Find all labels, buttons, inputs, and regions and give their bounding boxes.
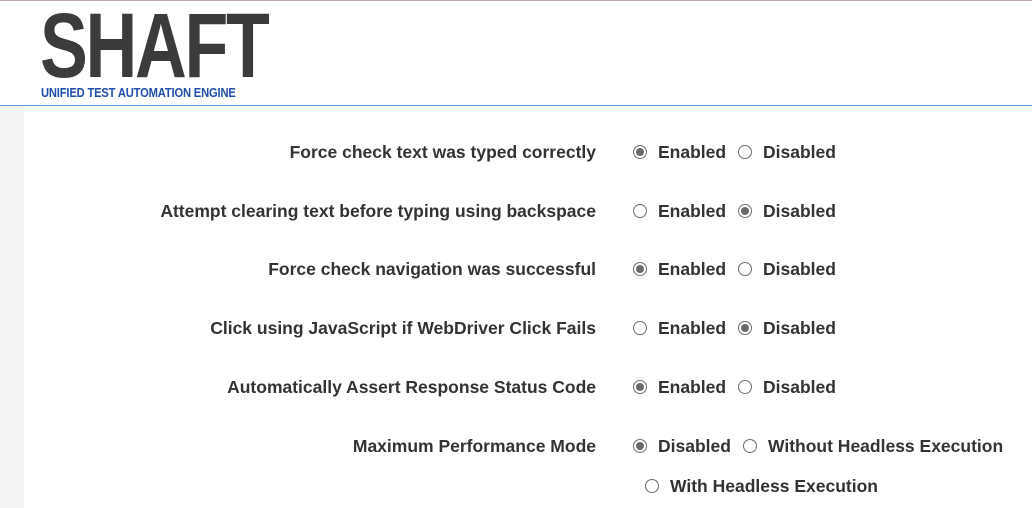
radio-button[interactable] <box>633 262 647 276</box>
radio-option-disabled[interactable]: Disabled <box>738 316 836 340</box>
radio-option-disabled[interactable]: Disabled <box>738 199 836 223</box>
radio-label: Enabled <box>658 259 727 279</box>
radio-option-enabled[interactable]: Enabled <box>633 257 726 281</box>
header: SHAFT UNIFIED TEST AUTOMATION ENGINE <box>0 0 1032 105</box>
left-gutter <box>0 106 24 508</box>
radio-label: Disabled <box>763 201 836 221</box>
radio-label: Disabled <box>763 259 836 279</box>
radio-option-enabled[interactable]: Enabled <box>633 140 726 164</box>
radio-button[interactable] <box>645 479 659 493</box>
radio-label: Disabled <box>658 436 731 456</box>
setting-row-javascript-click: Click using JavaScript if WebDriver Clic… <box>24 316 1032 340</box>
logo-subtitle: UNIFIED TEST AUTOMATION ENGINE <box>41 85 236 100</box>
setting-label: Force check navigation was successful <box>268 259 596 279</box>
radio-option-disabled[interactable]: Disabled <box>738 257 836 281</box>
radio-button[interactable] <box>738 145 752 159</box>
radio-option-without-headless[interactable]: Without Headless Execution <box>743 434 1003 458</box>
radio-label: Without Headless Execution <box>768 436 1004 456</box>
radio-button[interactable] <box>633 380 647 394</box>
radio-option-enabled[interactable]: Enabled <box>633 375 726 399</box>
setting-label: Automatically Assert Response Status Cod… <box>227 377 596 397</box>
radio-button[interactable] <box>738 204 752 218</box>
setting-row-clear-text-backspace: Attempt clearing text before typing usin… <box>24 199 1032 223</box>
setting-label: Force check text was typed correctly <box>289 142 596 162</box>
setting-row-force-check-text: Force check text was typed correctly Ena… <box>24 140 1032 164</box>
settings-panel: Force check text was typed correctly Ena… <box>24 106 1032 508</box>
logo-title: SHAFT <box>40 0 270 97</box>
radio-button[interactable] <box>633 321 647 335</box>
setting-row-assert-status-code: Automatically Assert Response Status Cod… <box>24 375 1032 399</box>
radio-button[interactable] <box>633 204 647 218</box>
radio-option-enabled[interactable]: Enabled <box>633 199 726 223</box>
radio-button[interactable] <box>738 262 752 276</box>
radio-option-with-headless[interactable]: With Headless Execution <box>645 474 878 498</box>
setting-label: Maximum Performance Mode <box>352 436 596 456</box>
setting-row-force-check-navigation: Force check navigation was successful En… <box>24 257 1032 281</box>
radio-option-enabled[interactable]: Enabled <box>633 316 726 340</box>
radio-label: Disabled <box>763 142 836 162</box>
radio-option-disabled[interactable]: Disabled <box>738 140 836 164</box>
setting-row-maximum-performance-mode: Maximum Performance Mode Disabled Withou… <box>24 434 1032 458</box>
setting-row-maximum-performance-mode-continued: With Headless Execution <box>24 474 1032 498</box>
radio-label: Enabled <box>658 377 727 397</box>
radio-button[interactable] <box>633 439 647 453</box>
radio-option-disabled[interactable]: Disabled <box>738 375 836 399</box>
radio-label: With Headless Execution <box>670 476 878 496</box>
radio-label: Enabled <box>658 201 727 221</box>
radio-label: Disabled <box>763 318 836 338</box>
radio-button[interactable] <box>738 321 752 335</box>
radio-label: Enabled <box>658 318 727 338</box>
shaft-logo: SHAFT UNIFIED TEST AUTOMATION ENGINE <box>40 0 270 102</box>
setting-label: Click using JavaScript if WebDriver Clic… <box>210 318 596 338</box>
radio-button[interactable] <box>633 145 647 159</box>
radio-button[interactable] <box>738 380 752 394</box>
radio-label: Disabled <box>763 377 836 397</box>
radio-button[interactable] <box>743 439 757 453</box>
setting-label: Attempt clearing text before typing usin… <box>160 201 596 221</box>
radio-option-disabled[interactable]: Disabled <box>633 434 731 458</box>
radio-label: Enabled <box>658 142 727 162</box>
